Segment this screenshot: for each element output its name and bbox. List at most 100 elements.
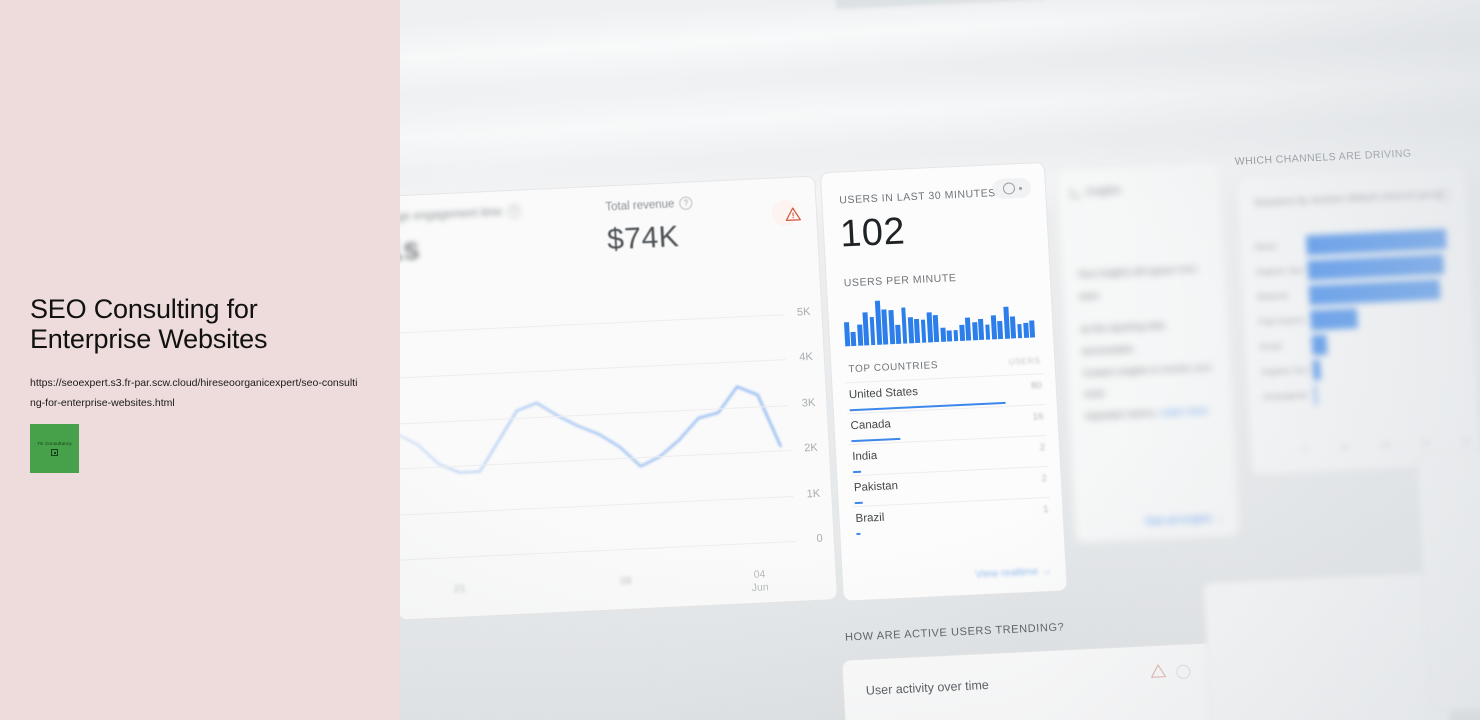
channel-bar	[1314, 385, 1318, 406]
user-activity-title: User activity over time	[865, 677, 990, 698]
logo-label: YE Consultancy	[37, 441, 72, 446]
top-countries-list: United States 80 Canada 16 India 2 Pakistan 2 Br…	[821, 163, 1052, 539]
axis-tick: 80	[1462, 436, 1472, 447]
insights-line-4-text: important metrics.	[1085, 407, 1159, 421]
bar	[953, 330, 959, 342]
bar	[965, 317, 972, 341]
y-axis-tick: 3K	[801, 396, 816, 410]
country-name: Pakistan	[853, 480, 899, 495]
kpi-label-text: Total revenue	[605, 197, 675, 213]
channel-bar	[1307, 254, 1444, 281]
info-circle-icon[interactable]	[1176, 664, 1191, 680]
bar	[1029, 319, 1036, 338]
insights-header: Insights	[1071, 185, 1121, 198]
users-column-header: USERS	[1008, 355, 1041, 367]
y-axis-tick: 4K	[799, 351, 814, 364]
bar	[933, 315, 940, 343]
bar	[1010, 316, 1017, 339]
view-realtime-link[interactable]: View realtime →	[975, 565, 1052, 581]
country-name: Brazil	[855, 511, 885, 526]
y-axis-tick: 1K	[806, 487, 821, 500]
country-user-count: 2	[1039, 442, 1046, 454]
status-dot-icon	[1018, 186, 1022, 190]
country-bar	[856, 533, 861, 536]
bar	[881, 309, 889, 345]
bar	[971, 321, 978, 341]
bar	[984, 324, 991, 340]
channel-label: Organic Social	[1260, 364, 1310, 377]
kpi-total-revenue: Total revenue ? $74K	[605, 196, 695, 257]
y-axis-tick: 2K	[803, 441, 819, 455]
page-url[interactable]: https://seoexpert.s3.fr-par.scw.cloud/hi…	[30, 373, 362, 414]
bar	[914, 318, 921, 344]
bar	[907, 317, 914, 344]
question-mark-icon[interactable]	[1436, 188, 1451, 203]
kpi-value: 51s	[400, 232, 421, 268]
channel-bar	[1310, 308, 1358, 331]
bar	[895, 324, 902, 344]
realtime-badge[interactable]	[992, 177, 1032, 200]
bar	[978, 318, 985, 341]
y-axis-tick: 0	[816, 532, 823, 545]
country-bar	[854, 501, 863, 505]
view-all-insights-link[interactable]: View all insights →	[1144, 513, 1224, 528]
channel-label: Email	[1259, 340, 1282, 352]
axis-tick: 0	[1303, 444, 1309, 454]
channel-label: Direct	[1254, 240, 1277, 252]
bar	[850, 332, 857, 347]
active-users-section-heading: HOW ARE ACTIVE USERS TRENDING?	[844, 621, 1065, 644]
channel-bar	[1311, 334, 1328, 356]
active-users-count: 102	[839, 210, 907, 256]
logo-badge: YE Consultancy	[30, 424, 79, 473]
channel-card-title: Sessions by session default channel grou…	[1253, 189, 1444, 209]
realtime-card: USERS IN LAST 30 MINUTES 102 USERS PER M…	[819, 161, 1068, 602]
kpi-value: $74K	[606, 220, 681, 257]
channel-label: Organic Search	[1255, 264, 1305, 277]
channel-bar	[1308, 279, 1441, 306]
secondary-bottom-card	[1202, 571, 1451, 720]
top-countries-header: TOP COUNTRIES	[848, 360, 939, 376]
country-name: United States	[848, 385, 919, 402]
clock-icon	[1002, 182, 1015, 195]
bar	[1016, 324, 1023, 339]
channel-bar	[1305, 228, 1447, 256]
channel-label: Paid Search	[1258, 314, 1306, 327]
revenue-overview-card: Average engagement time ? 51s Total reve…	[400, 175, 838, 621]
bar	[946, 329, 953, 342]
kpi-label: Total revenue ?	[605, 196, 693, 213]
country-name: Canada	[850, 418, 892, 433]
kpi-row: Average engagement time ? 51s Total reve…	[400, 191, 819, 292]
user-activity-card: User activity over time	[841, 640, 1261, 720]
logo-mark-icon	[51, 449, 58, 456]
kpi-average-engagement-time: Average engagement time ? 51s	[400, 204, 523, 269]
country-name: India	[851, 449, 878, 464]
line-chart-svg	[400, 385, 782, 474]
bar	[843, 322, 851, 347]
bar	[990, 314, 997, 340]
bar	[940, 327, 946, 342]
left-info-panel: SEO Consulting for Enterprise Websites h…	[0, 0, 400, 720]
bar	[997, 320, 1004, 340]
bar	[869, 317, 876, 346]
insights-learn-more-link[interactable]: Learn more	[1161, 405, 1208, 417]
insights-line-1: Your insights will appear here soon	[1077, 263, 1198, 301]
y-axis-tick: 5K	[796, 305, 811, 319]
question-mark-icon[interactable]: ?	[679, 196, 693, 211]
question-mark-icon[interactable]: ?	[506, 204, 521, 219]
insights-line-3: Custom insights to monitor your most	[1082, 361, 1213, 400]
bar	[1023, 322, 1029, 338]
axis-tick: 20	[1339, 442, 1350, 453]
realtime-header: USERS IN LAST 30 MINUTES	[839, 187, 997, 207]
insights-body: Your insights will appear here soon as t…	[1077, 258, 1220, 427]
bar	[900, 307, 908, 344]
x-axis-tick: 04 Jun	[751, 568, 769, 595]
x-axis-tick: 28	[619, 574, 632, 588]
country-user-count: 2	[1041, 473, 1048, 485]
bar	[856, 324, 863, 346]
insights-card: Insights Your insights will appear here …	[1055, 161, 1241, 544]
users-per-minute-bars	[843, 291, 1036, 347]
screenshot-root: SEO Consulting for Enterprise Websites h…	[0, 0, 1480, 720]
bar	[920, 320, 927, 343]
warning-triangle-icon	[1150, 664, 1167, 679]
channel-bar-rows: Direct Organic Search Referral Paid Search E…	[1254, 226, 1468, 410]
